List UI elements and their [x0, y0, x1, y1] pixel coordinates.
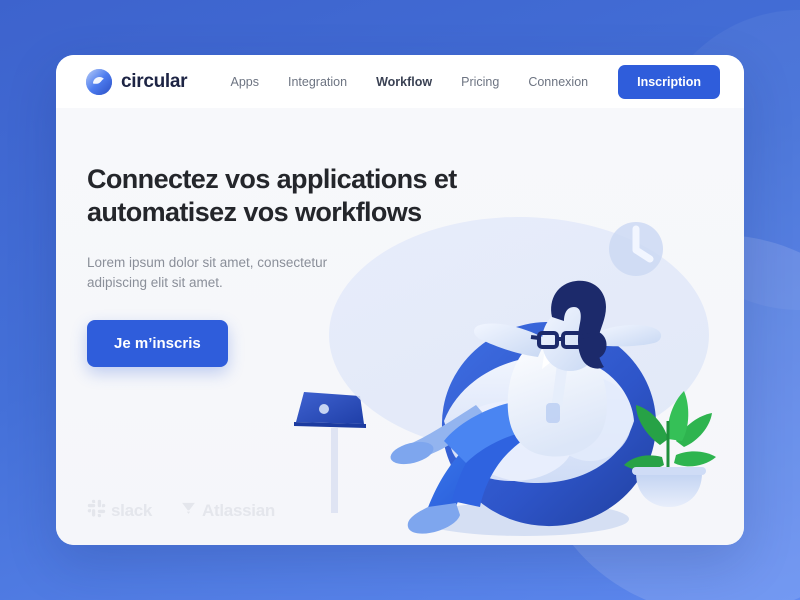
signup-button[interactable]: Inscription [618, 64, 720, 99]
nav-link-apps[interactable]: Apps [231, 75, 260, 89]
slack-icon [87, 499, 106, 523]
page-background: circular Apps Integration Workflow Prici… [0, 0, 800, 600]
partner-logos: slack Atlassian [87, 499, 275, 523]
nav-links: Apps Integration Workflow Pricing Connex… [231, 75, 589, 89]
brand-logo[interactable]: circular [86, 68, 188, 95]
hero-copy: Connectez vos applications et automatise… [87, 163, 477, 367]
brand-name: circular [121, 70, 188, 92]
cta-signup-button[interactable]: Je m’inscris [87, 319, 228, 367]
nav-link-integration[interactable]: Integration [288, 75, 347, 89]
hero-section: Connectez vos applications et automatise… [56, 108, 744, 545]
navbar: circular Apps Integration Workflow Prici… [56, 55, 744, 108]
nav-link-workflow[interactable]: Workflow [376, 75, 432, 89]
nav-link-connexion[interactable]: Connexion [528, 75, 588, 89]
page-title: Connectez vos applications et automatise… [87, 164, 457, 227]
partner-name-slack: slack [111, 501, 153, 520]
circular-logo-icon [86, 68, 112, 95]
clock-icon [609, 222, 663, 276]
hero-subtitle: Lorem ipsum dolor sit amet, consectetur … [87, 254, 328, 291]
atlassian-icon [180, 500, 197, 522]
landing-page-card: circular Apps Integration Workflow Prici… [56, 55, 744, 545]
partner-name-atlassian: Atlassian [202, 501, 275, 520]
nav-link-pricing[interactable]: Pricing [461, 75, 499, 89]
partner-slack: slack [87, 499, 152, 523]
partner-atlassian: Atlassian [180, 500, 275, 522]
